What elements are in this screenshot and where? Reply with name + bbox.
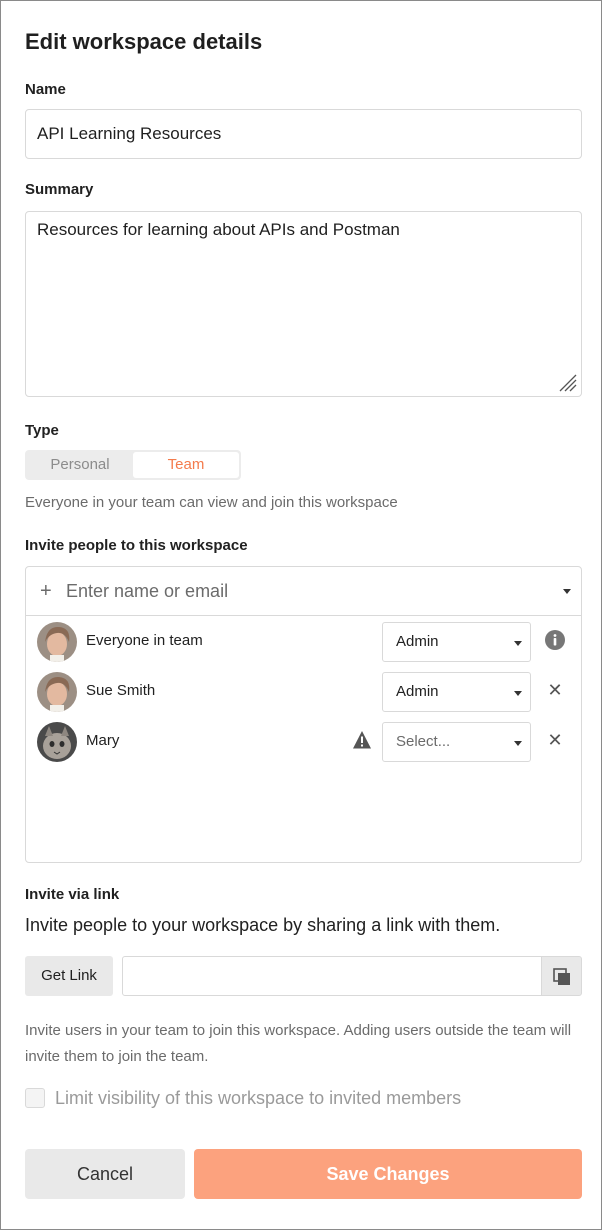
info-icon[interactable] <box>544 629 566 651</box>
type-hint: Everyone in your team can view and join … <box>25 494 398 511</box>
limit-visibility-checkbox[interactable] <box>25 1088 45 1108</box>
role-value: Admin <box>396 633 439 650</box>
member-name: Sue Smith <box>86 682 156 699</box>
plus-icon: + <box>40 580 52 602</box>
invite-link-description: Invite people to your workspace by shari… <box>25 915 501 935</box>
name-label: Name <box>25 81 66 98</box>
member-row: Mary Select... ✕ <box>26 719 581 769</box>
role-select[interactable]: Select... <box>382 722 531 762</box>
avatar <box>37 622 77 662</box>
get-link-button[interactable]: Get Link <box>25 956 113 996</box>
chevron-down-icon <box>514 641 522 646</box>
warning-icon <box>353 731 371 749</box>
chevron-down-icon <box>514 741 522 746</box>
role-select[interactable]: Admin <box>382 622 531 662</box>
invite-note: Invite users in your team to join this w… <box>25 1022 572 1065</box>
member-row: Everyone in team Admin <box>26 619 581 669</box>
member-name: Everyone in team <box>86 632 203 649</box>
role-select[interactable]: Admin <box>382 672 531 712</box>
avatar <box>37 672 77 712</box>
summary-label: Summary <box>25 181 94 198</box>
type-label: Type <box>25 422 59 439</box>
chevron-down-icon <box>514 691 522 696</box>
cancel-button[interactable]: Cancel <box>25 1149 185 1199</box>
copy-button[interactable] <box>541 956 582 996</box>
summary-textarea[interactable]: Resources for learning about APIs and Po… <box>25 211 582 397</box>
invite-panel: + Enter name or email Everyone in team A… <box>25 566 582 863</box>
close-icon[interactable]: ✕ <box>544 729 566 751</box>
edit-workspace-dialog: Edit workspace details Name API Learning… <box>0 0 602 1230</box>
save-changes-button[interactable]: Save Changes <box>194 1149 582 1199</box>
invite-input-placeholder[interactable]: Enter name or email <box>66 581 228 602</box>
name-input[interactable]: API Learning Resources <box>25 109 582 159</box>
type-option-team[interactable]: Team <box>133 452 239 478</box>
member-name: Mary <box>86 732 120 749</box>
invite-link-label: Invite via link <box>25 886 120 903</box>
role-value: Admin <box>396 683 439 700</box>
avatar <box>37 722 77 762</box>
role-value: Select... <box>396 733 451 750</box>
resize-handle-icon[interactable] <box>556 371 578 393</box>
limit-visibility-label: Limit visibility of this workspace to in… <box>55 1088 462 1108</box>
invite-label: Invite people to this workspace <box>25 537 248 554</box>
invite-link-field[interactable] <box>122 956 542 996</box>
copy-icon <box>553 968 570 985</box>
member-row: Sue Smith Admin ✕ <box>26 669 581 719</box>
dialog-title: Edit workspace details <box>25 29 263 54</box>
type-toggle: Personal Team <box>25 450 241 480</box>
type-option-personal[interactable]: Personal <box>27 452 133 478</box>
summary-text: Resources for learning about APIs and Po… <box>37 220 400 239</box>
close-icon[interactable]: ✕ <box>544 679 566 701</box>
invite-search[interactable]: + Enter name or email <box>26 567 581 616</box>
chevron-down-icon[interactable] <box>563 589 571 594</box>
